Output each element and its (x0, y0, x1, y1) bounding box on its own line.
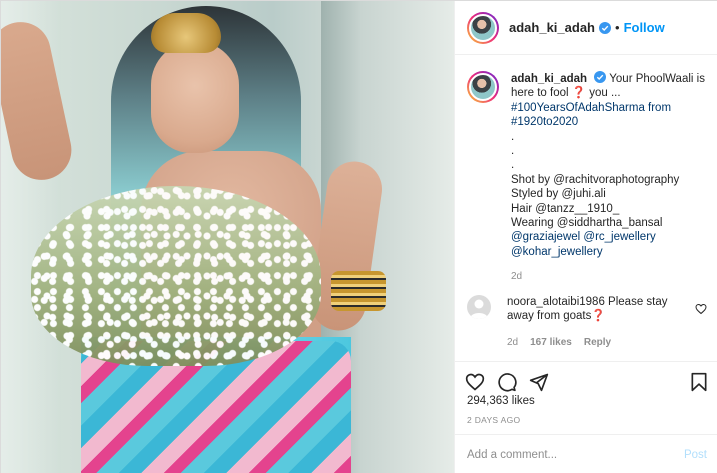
photo-head-jewel (151, 13, 221, 53)
post-header: adah_ki_adah • Follow (455, 1, 717, 55)
heart-small-icon[interactable] (695, 303, 707, 315)
likes-count[interactable]: 294,363 likes (467, 395, 535, 407)
author-username[interactable]: adah_ki_adah (509, 20, 595, 35)
photo-face (151, 41, 239, 153)
comment-time: 2d (507, 337, 519, 348)
caption-and-comments: adah_ki_adah Your PhoolWaali is here to … (455, 55, 717, 362)
caption-mention-line[interactable]: @graziajewel @rc_jewellery (511, 230, 707, 244)
caption-credit-line[interactable]: Shot by @rachitvoraphotography (511, 173, 707, 187)
post-timestamp: 2 DAYS AGO (467, 415, 521, 425)
comment-meta: 2d 167 likes Reply (507, 337, 611, 348)
instagram-post: adah_ki_adah • Follow adah_ki_adah Your … (0, 0, 717, 473)
verified-badge-icon (599, 21, 611, 34)
post-photo[interactable] (1, 1, 454, 473)
commenter-username[interactable]: noora_alotaibi1986 (507, 296, 605, 308)
caption-credit-line[interactable]: Styled by @juhi.ali (511, 187, 707, 201)
follow-button[interactable]: Follow (624, 20, 665, 35)
bookmark-icon[interactable] (687, 370, 711, 394)
header-separator-dot: • (615, 20, 620, 35)
comment-item: noora_alotaibi1986 Please stay away from… (467, 295, 707, 348)
caption-dot-line: . (511, 145, 515, 158)
caption-line-0: Your PhoolWaali is (609, 73, 705, 85)
hashtag-link[interactable]: #100YearsOfAdahSharma from (511, 101, 707, 115)
caption-username[interactable]: adah_ki_adah (511, 73, 587, 85)
author-avatar[interactable] (467, 11, 499, 44)
caption-text: adah_ki_adah Your PhoolWaali is here to … (511, 71, 707, 285)
caption-line-1: here to fool ❓ you ... (511, 87, 621, 100)
caption-time: 2d (511, 271, 523, 283)
caption-line: adah_ki_adah Your PhoolWaali is (511, 71, 707, 86)
caption-credit-line[interactable]: Hair @tanzz__1910_ (511, 202, 707, 216)
caption-row: adah_ki_adah Your PhoolWaali is here to … (467, 71, 707, 285)
comment-icon[interactable] (495, 370, 519, 394)
heart-icon[interactable] (463, 370, 487, 394)
post-comment-button[interactable]: Post (684, 449, 707, 461)
comment-input[interactable] (467, 448, 684, 461)
caption-credit-line[interactable]: Wearing @siddhartha_bansal (511, 216, 707, 230)
comment-likes[interactable]: 167 likes (530, 337, 572, 348)
reply-button[interactable]: Reply (584, 337, 611, 348)
caption-mention-line[interactable]: @kohar_jewellery (511, 245, 707, 259)
comment-body: noora_alotaibi1986 Please stay away from… (507, 295, 683, 324)
default-avatar-icon (470, 299, 488, 319)
hashtag-link[interactable]: #1920to2020 (511, 115, 707, 129)
post-side-panel: adah_ki_adah • Follow adah_ki_adah Your … (454, 1, 717, 473)
verified-badge-icon (594, 71, 607, 83)
photo-bangles (331, 271, 386, 311)
photo-left-arm (1, 16, 77, 186)
commenter-avatar[interactable] (467, 295, 491, 319)
caption-author-avatar[interactable] (467, 71, 499, 103)
add-comment-bar: Post (455, 434, 717, 473)
caption-dot-line: . (511, 159, 515, 172)
share-icon[interactable] (527, 370, 551, 394)
photo-flower-bouquet (31, 186, 321, 366)
caption-dot-line: . (511, 130, 515, 143)
